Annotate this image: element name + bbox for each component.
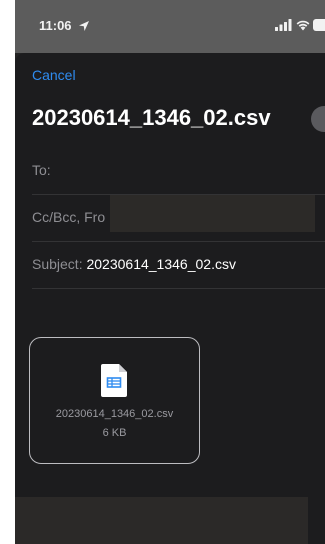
signal-icon xyxy=(275,19,292,31)
phone-screen: 11:06 Cancel 20230614_1346_02.csv To: Cc… xyxy=(15,0,325,544)
attachment-card[interactable]: 20230614_1346_02.csv 6 KB xyxy=(29,337,200,464)
cancel-button[interactable]: Cancel xyxy=(32,67,76,83)
cc-bcc-label: Cc/Bcc, Fro xyxy=(32,209,106,225)
subject-row-text: Subject: 20230614_1346_02.csv xyxy=(32,256,236,272)
mail-compose-sheet: Cancel 20230614_1346_02.csv To: Cc/Bcc, … xyxy=(15,53,325,544)
compose-title: 20230614_1346_02.csv xyxy=(32,105,271,130)
redacted-bottom-bar xyxy=(15,497,308,544)
status-icons xyxy=(275,18,325,32)
battery-icon xyxy=(313,19,325,31)
subject-value[interactable]: 20230614_1346_02.csv xyxy=(86,256,235,272)
to-label: To: xyxy=(32,162,51,178)
location-arrow-icon xyxy=(79,21,90,31)
redacted-from-value xyxy=(110,195,315,232)
spreadsheet-file-icon xyxy=(101,364,127,397)
send-button[interactable] xyxy=(311,106,325,132)
status-bar: 11:06 xyxy=(15,0,325,53)
cc-bcc-from-field[interactable]: Cc/Bcc, Fro xyxy=(32,194,325,242)
status-time: 11:06 xyxy=(39,18,90,33)
attachment-size: 6 KB xyxy=(102,427,127,439)
attachment-filename: 20230614_1346_02.csv xyxy=(55,408,174,420)
to-field[interactable]: To: xyxy=(32,147,325,195)
subject-field[interactable]: Subject: 20230614_1346_02.csv xyxy=(32,241,325,289)
time-text: 11:06 xyxy=(39,18,72,33)
wifi-icon xyxy=(296,20,310,31)
subject-label: Subject: xyxy=(32,256,83,272)
